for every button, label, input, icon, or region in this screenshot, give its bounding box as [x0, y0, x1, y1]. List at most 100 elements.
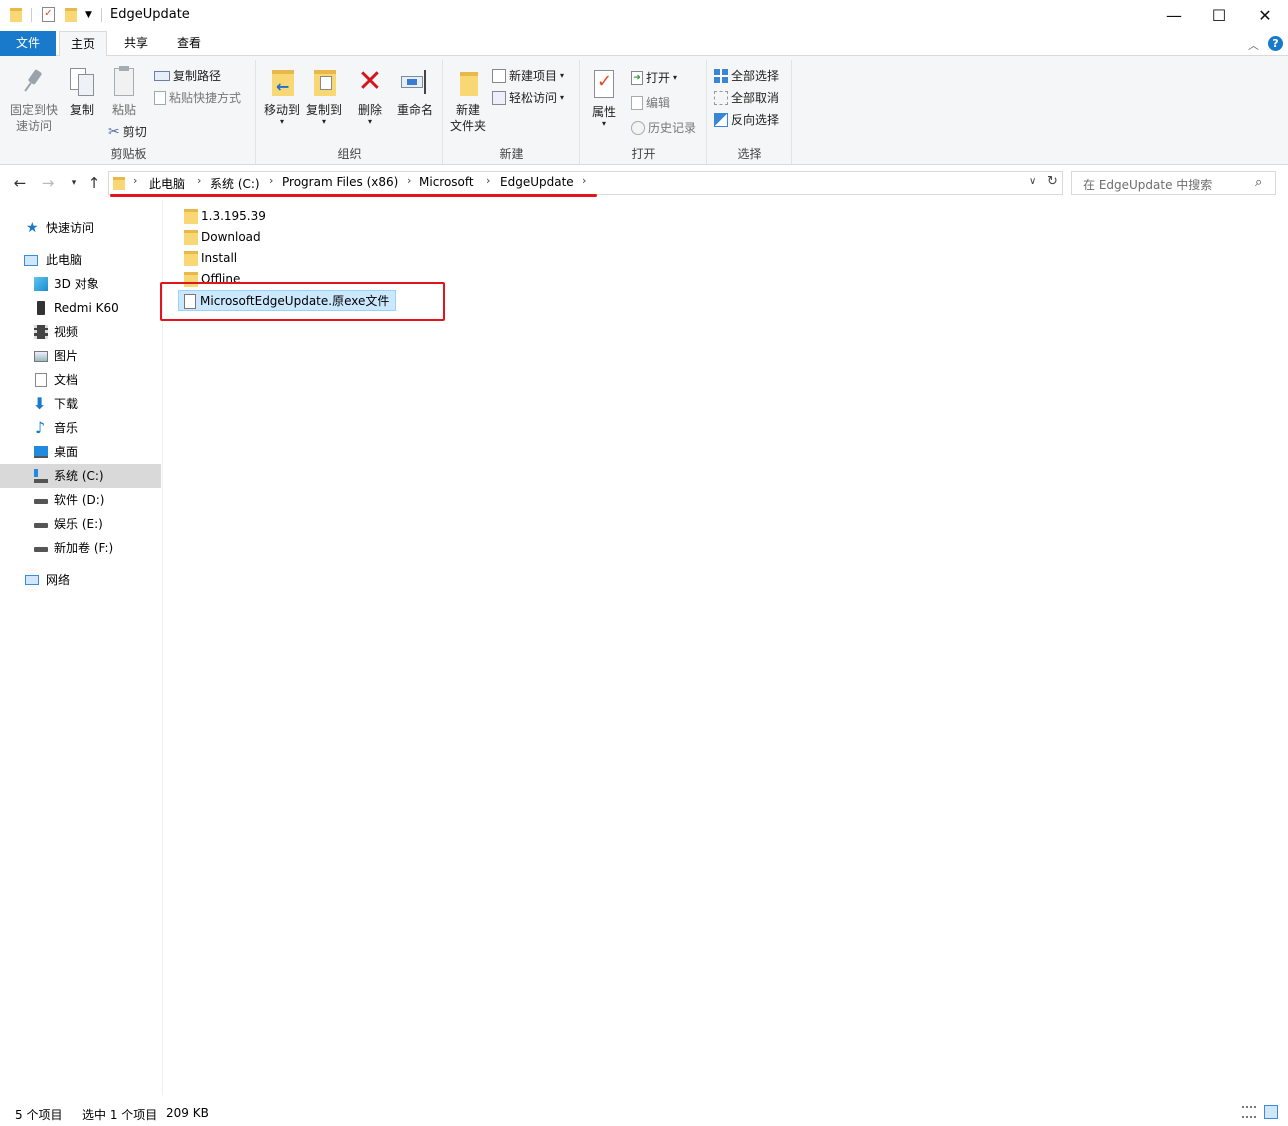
forward-arrow-icon[interactable]: →: [38, 172, 58, 194]
tab-view[interactable]: 查看: [165, 31, 213, 56]
breadcrumb-separator-icon: ›: [197, 174, 202, 187]
new-item-icon: [492, 69, 506, 83]
close-button[interactable]: ✕: [1242, 0, 1288, 31]
paste-shortcut-button[interactable]: 粘贴快捷方式: [154, 88, 241, 108]
paste-shortcut-icon: [154, 91, 166, 105]
nav-item-3d-objects[interactable]: 3D 对象: [0, 272, 161, 296]
move-to-button[interactable]: ← 移动到 ▾: [261, 66, 303, 126]
history-button[interactable]: 历史记录: [631, 118, 696, 138]
search-box[interactable]: 在 EdgeUpdate 中搜索 ⌕: [1071, 171, 1276, 195]
nav-item-music[interactable]: ♪ 音乐: [0, 416, 161, 440]
selection-count: 选中 1 个项目: [82, 1108, 158, 1122]
star-icon: ★: [26, 220, 39, 236]
clipboard-group-label: 剪贴板: [110, 147, 147, 161]
nav-item-pictures[interactable]: 图片: [0, 344, 161, 368]
tab-file[interactable]: 文件: [0, 31, 56, 56]
open-button[interactable]: ➜ 打开 ▾: [631, 68, 677, 88]
properties-quick-icon[interactable]: ✓: [42, 6, 58, 24]
edit-button[interactable]: 编辑: [631, 93, 670, 113]
delete-button[interactable]: ✕ 删除 ▾: [353, 66, 387, 126]
breadcrumb-microsoft[interactable]: Microsoft: [419, 175, 474, 189]
customize-quick-access-icon[interactable]: ▼: [85, 10, 92, 28]
file-list: 1.3.195.39 Download Install Offline Micr…: [164, 200, 1288, 1095]
ribbon: 固定到快 速访问 复制 粘贴 复制路径 粘贴快捷方式 ✂ 剪切 剪贴板 ← 移动…: [0, 56, 1288, 165]
up-arrow-icon[interactable]: ↑: [84, 172, 104, 194]
open-icon: ➜: [631, 71, 643, 85]
back-arrow-icon[interactable]: ←: [10, 172, 30, 194]
large-icons-view-icon[interactable]: [1264, 1105, 1278, 1119]
breadcrumb-edgeupdate[interactable]: EdgeUpdate: [500, 175, 574, 189]
move-to-icon: ←: [266, 66, 298, 98]
properties-button[interactable]: ✓ 属性 ▾: [585, 68, 623, 128]
refresh-icon[interactable]: ↻: [1047, 174, 1058, 189]
select-none-icon: [714, 91, 728, 105]
new-item-button[interactable]: 新建项目 ▾: [492, 66, 564, 86]
minimize-button[interactable]: —: [1151, 0, 1197, 31]
invert-selection-button[interactable]: 反向选择: [714, 110, 779, 130]
copy-icon: [66, 66, 98, 98]
help-icon[interactable]: ?: [1268, 36, 1283, 51]
nav-item-system-c[interactable]: 系统 (C:): [0, 464, 161, 488]
navigation-pane: ★ 快速访问 此电脑 3D 对象 Redmi K60 视频 图片 文档 ⬇ 下载…: [0, 200, 163, 1095]
nav-item-drive-d[interactable]: 软件 (D:): [0, 488, 161, 512]
maximize-button[interactable]: ☐: [1196, 0, 1242, 31]
breadcrumb-separator-icon: ›: [582, 174, 587, 187]
nav-item-videos[interactable]: 视频: [0, 320, 161, 344]
nav-item-redmi-k60[interactable]: Redmi K60: [0, 296, 161, 320]
clipboard-group: 固定到快 速访问 复制 粘贴 复制路径 粘贴快捷方式 ✂ 剪切 剪贴板: [2, 60, 256, 164]
scissors-icon: ✂: [108, 124, 120, 140]
phone-icon: [37, 301, 45, 315]
easy-access-button[interactable]: 轻松访问 ▾: [492, 88, 564, 108]
organize-group: ← 移动到 ▾ 复制到 ▾ ✕ 删除 ▾ 重命名 组织: [257, 60, 443, 164]
selection-annotation-box: [160, 282, 445, 321]
nav-item-drive-f[interactable]: 新加卷 (F:): [0, 536, 161, 560]
open-group: ✓ 属性 ▾ ➜ 打开 ▾ 编辑 历史记录 打开: [581, 60, 707, 164]
select-none-button[interactable]: 全部取消: [714, 88, 779, 108]
folder-icon: [184, 251, 198, 266]
select-group-label: 选择: [737, 147, 762, 161]
tab-home[interactable]: 主页: [59, 31, 107, 57]
address-dropdown-chevron-icon[interactable]: ∨: [1029, 176, 1036, 187]
tab-share[interactable]: 共享: [112, 31, 160, 56]
cut-button[interactable]: ✂ 剪切: [108, 122, 147, 142]
nav-item-downloads[interactable]: ⬇ 下载: [0, 392, 161, 416]
rename-icon: [399, 66, 431, 98]
collapse-ribbon-icon[interactable]: ︿: [1248, 37, 1259, 53]
paste-icon: [108, 66, 140, 98]
copy-button[interactable]: 复制: [64, 66, 100, 118]
details-view-icon[interactable]: [1242, 1106, 1256, 1118]
nav-item-quick-access[interactable]: ★ 快速访问: [0, 216, 161, 240]
copy-path-button[interactable]: 复制路径: [154, 66, 221, 86]
pin-quick-access-button[interactable]: 固定到快 速访问: [6, 66, 62, 134]
recent-locations-chevron-icon[interactable]: ▾: [64, 172, 84, 194]
desktop-icon: [34, 446, 48, 458]
download-arrow-icon: ⬇: [33, 394, 47, 413]
select-all-button[interactable]: 全部选择: [714, 66, 779, 86]
window-title: EdgeUpdate: [110, 7, 190, 22]
nav-item-documents[interactable]: 文档: [0, 368, 161, 392]
nav-item-network[interactable]: 网络: [0, 568, 161, 592]
breadcrumb-this-pc[interactable]: 此电脑: [149, 175, 185, 192]
address-bar[interactable]: › 此电脑 › 系统 (C:) › Program Files (x86) › …: [108, 171, 1063, 195]
computer-icon: [24, 255, 38, 266]
pin-icon: [18, 66, 50, 98]
folder-icon: [10, 6, 24, 24]
breadcrumb-separator-icon: ›: [133, 174, 138, 187]
history-icon: [631, 121, 645, 135]
copy-to-button[interactable]: 复制到 ▾: [303, 66, 345, 126]
folder-icon: [184, 230, 198, 245]
system-drive-icon: [34, 469, 48, 483]
breadcrumb-separator-icon: ›: [486, 174, 491, 187]
address-annotation-underline: [110, 194, 597, 197]
new-folder-quick-icon[interactable]: [65, 6, 79, 24]
nav-item-this-pc[interactable]: 此电脑: [0, 248, 161, 272]
paste-button[interactable]: 粘贴: [104, 66, 144, 118]
breadcrumb-system-c[interactable]: 系统 (C:): [210, 175, 260, 192]
nav-item-desktop[interactable]: 桌面: [0, 440, 161, 464]
copy-to-icon: [308, 66, 340, 98]
breadcrumb-program-files[interactable]: Program Files (x86): [282, 175, 398, 189]
nav-item-drive-e[interactable]: 娱乐 (E:): [0, 512, 161, 536]
new-folder-button[interactable]: 新建 文件夹: [448, 66, 488, 134]
rename-button[interactable]: 重命名: [393, 66, 437, 118]
breadcrumb-separator-icon: ›: [269, 174, 274, 187]
